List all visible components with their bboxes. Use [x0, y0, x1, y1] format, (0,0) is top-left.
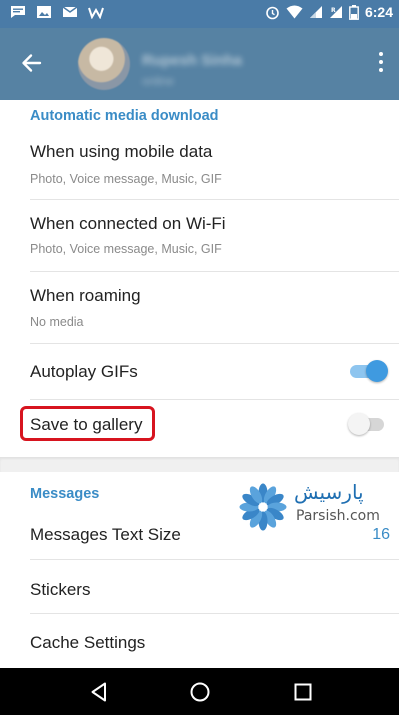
avatar[interactable] — [78, 38, 130, 90]
back-arrow-icon[interactable] — [18, 50, 44, 76]
mobile-data-subtitle: Photo, Voice message, Music, GIF — [30, 172, 222, 186]
wifi-icon — [286, 5, 303, 19]
autoplay-gifs-setting[interactable]: Autoplay GIFs — [0, 344, 399, 399]
back-triangle-icon[interactable] — [87, 680, 111, 704]
chat-settings-toolbar: Rupesh Sinha online — [0, 28, 399, 100]
roaming-subtitle: No media — [30, 315, 84, 329]
alarm-icon — [266, 6, 279, 19]
profile-name: Rupesh Sinha — [142, 52, 243, 69]
text-size-label: Messages Text Size — [30, 525, 181, 544]
home-circle-icon[interactable] — [188, 680, 212, 704]
status-time: 6:24 — [364, 4, 393, 20]
recents-square-icon[interactable] — [291, 680, 315, 704]
profile-status: online — [142, 74, 175, 88]
parsish-watermark: پارسیش Parsish.com — [232, 478, 392, 538]
cache-settings-setting[interactable]: Cache Settings — [0, 614, 399, 668]
battery-icon — [349, 4, 359, 20]
section-separator — [0, 457, 399, 472]
wifi-setting[interactable]: When connected on Wi-Fi Photo, Voice mes… — [0, 200, 399, 270]
settings-list: Automatic media download When using mobi… — [0, 100, 399, 668]
cache-settings-label: Cache Settings — [30, 633, 146, 652]
roaming-signal-icon: R — [329, 6, 342, 18]
system-icons: R 6:24 — [265, 4, 393, 20]
svg-text:R: R — [331, 7, 336, 14]
signal-icon — [309, 6, 322, 18]
autoplay-gifs-toggle[interactable] — [348, 359, 388, 383]
status-bar: R 6:24 — [0, 0, 399, 28]
stickers-label: Stickers — [30, 580, 91, 599]
flower-logo-icon — [239, 483, 287, 531]
roaming-title: When roaming — [30, 286, 141, 305]
image-notification-icon — [37, 6, 51, 18]
wifi-title: When connected on Wi-Fi — [30, 214, 226, 233]
roaming-setting[interactable]: When roaming No media — [0, 272, 399, 342]
more-vert-icon[interactable] — [377, 52, 385, 76]
android-nav-bar — [0, 668, 399, 715]
autoplay-gifs-label: Autoplay GIFs — [30, 362, 138, 381]
mail-icon — [62, 6, 78, 17]
watermark-latin: Parsish.com — [296, 508, 380, 524]
messages-header: Messages — [30, 486, 100, 502]
mobile-data-title: When using mobile data — [30, 142, 213, 161]
chat-notification-icon — [11, 6, 25, 18]
wifi-subtitle: Photo, Voice message, Music, GIF — [30, 242, 222, 256]
w-app-icon — [88, 7, 104, 19]
watermark-persian: پارسیش — [294, 480, 364, 504]
save-to-gallery-toggle[interactable] — [348, 412, 388, 436]
mobile-data-setting[interactable]: When using mobile data Photo, Voice mess… — [0, 132, 399, 198]
media-download-header: Automatic media download — [30, 108, 219, 124]
notification-icons — [10, 5, 104, 19]
highlight-box — [20, 406, 155, 441]
stickers-setting[interactable]: Stickers — [0, 560, 399, 610]
